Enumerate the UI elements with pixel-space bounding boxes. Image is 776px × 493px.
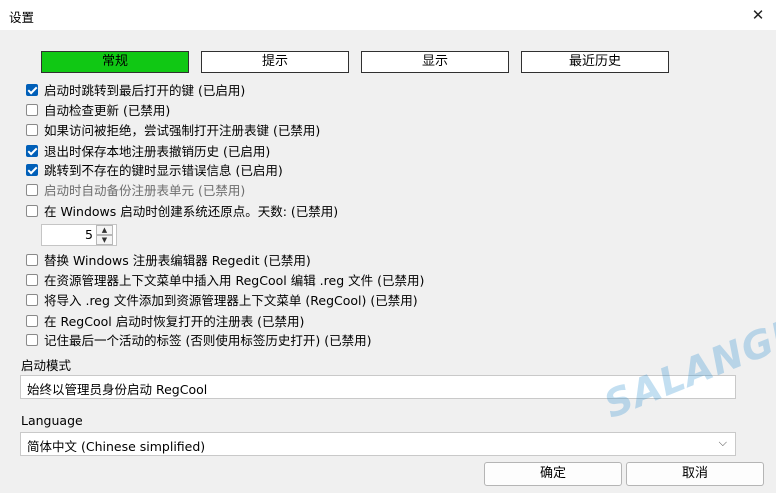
option-label: 记住最后一个活动的标签 (否则使用标签历史打开) (已禁用) — [44, 333, 372, 348]
tab-recent-history[interactable]: 最近历史 — [521, 51, 669, 73]
option-label: 如果访问被拒绝，尝试强制打开注册表键 (已禁用) — [44, 123, 321, 138]
language-select[interactable]: 简体中文 (Chinese simplified) ⌵ — [20, 432, 736, 456]
title-bar: 设置 ✕ — [0, 0, 776, 30]
tab-tips[interactable]: 提示 — [201, 51, 349, 73]
option-auto-backup-hives[interactable]: 启动时自动备份注册表单元 (已禁用) — [26, 182, 245, 200]
checkbox-unchecked-icon[interactable] — [26, 254, 38, 266]
decrement-arrow-icon[interactable]: ▼ — [96, 235, 113, 245]
option-label: 将导入 .reg 文件添加到资源管理器上下文菜单 (RegCool) (已禁用) — [44, 293, 418, 308]
checkbox-unchecked-icon[interactable] — [26, 274, 38, 286]
ok-button[interactable]: 确定 — [484, 462, 622, 486]
option-label: 启动时跳转到最后打开的键 (已启用) — [44, 83, 246, 98]
checkbox-checked-icon[interactable] — [26, 145, 38, 157]
increment-arrow-icon[interactable]: ▲ — [96, 225, 113, 235]
checkbox-checked-icon[interactable] — [26, 164, 38, 176]
tab-general[interactable]: 常规 — [41, 51, 189, 73]
option-remember-last-tab[interactable]: 记住最后一个活动的标签 (否则使用标签历史打开) (已禁用) — [26, 332, 371, 350]
window-title: 设置 — [9, 10, 35, 25]
option-context-menu-import-reg[interactable]: 将导入 .reg 文件添加到资源管理器上下文菜单 (RegCool) (已禁用) — [26, 292, 418, 310]
option-restore-point[interactable]: 在 Windows 启动时创建系统还原点。天数: (已禁用) — [26, 203, 338, 221]
option-context-menu-edit-reg[interactable]: 在资源管理器上下文菜单中插入用 RegCool 编辑 .reg 文件 (已禁用) — [26, 272, 424, 290]
restore-days-stepper[interactable]: 5 ▲ ▼ — [41, 224, 117, 246]
startup-mode-value: 始终以管理员身份启动 RegCool — [27, 382, 208, 397]
checkbox-unchecked-icon[interactable] — [26, 104, 38, 116]
option-label: 在资源管理器上下文菜单中插入用 RegCool 编辑 .reg 文件 (已禁用) — [44, 273, 425, 288]
checkbox-unchecked-icon[interactable] — [26, 124, 38, 136]
option-save-undo-history[interactable]: 退出时保存本地注册表撤销历史 (已启用) — [26, 143, 270, 161]
option-label: 在 Windows 启动时创建系统还原点。天数: (已禁用) — [44, 204, 339, 219]
watermark-logo: SALANGHE — [598, 296, 776, 427]
option-restore-open-registries[interactable]: 在 RegCool 启动时恢复打开的注册表 (已禁用) — [26, 313, 304, 331]
option-replace-regedit[interactable]: 替换 Windows 注册表编辑器 Regedit (已禁用) — [26, 252, 311, 270]
checkbox-unchecked-icon[interactable] — [26, 205, 38, 217]
option-label: 跳转到不存在的键时显示错误信息 (已启用) — [44, 163, 283, 178]
cancel-button[interactable]: 取消 — [626, 462, 764, 486]
language-value: 简体中文 (Chinese simplified) — [27, 439, 206, 454]
checkbox-checked-icon[interactable] — [26, 84, 38, 96]
checkbox-unchecked-icon[interactable] — [26, 294, 38, 306]
language-label: Language — [21, 413, 83, 428]
checkbox-unchecked-icon[interactable] — [26, 334, 38, 346]
checkbox-unchecked-icon[interactable] — [26, 184, 38, 196]
option-auto-check-updates[interactable]: 自动检查更新 (已禁用) — [26, 102, 170, 120]
tab-display[interactable]: 显示 — [361, 51, 509, 73]
option-force-open-key[interactable]: 如果访问被拒绝，尝试强制打开注册表键 (已禁用) — [26, 122, 320, 140]
option-label: 启动时自动备份注册表单元 (已禁用) — [44, 183, 246, 198]
chevron-down-icon[interactable]: ⌵ — [719, 436, 727, 450]
restore-days-value[interactable]: 5 — [42, 225, 93, 245]
option-show-missing-key-error[interactable]: 跳转到不存在的键时显示错误信息 (已启用) — [26, 162, 283, 180]
option-jump-to-last-key[interactable]: 启动时跳转到最后打开的键 (已启用) — [26, 82, 245, 100]
option-label: 在 RegCool 启动时恢复打开的注册表 (已禁用) — [44, 314, 305, 329]
option-label: 自动检查更新 (已禁用) — [44, 103, 171, 118]
close-icon[interactable]: ✕ — [746, 3, 770, 27]
checkbox-unchecked-icon[interactable] — [26, 315, 38, 327]
option-label: 退出时保存本地注册表撤销历史 (已启用) — [44, 144, 271, 159]
startup-mode-label: 启动模式 — [21, 358, 72, 373]
option-label: 替换 Windows 注册表编辑器 Regedit (已禁用) — [44, 253, 311, 268]
